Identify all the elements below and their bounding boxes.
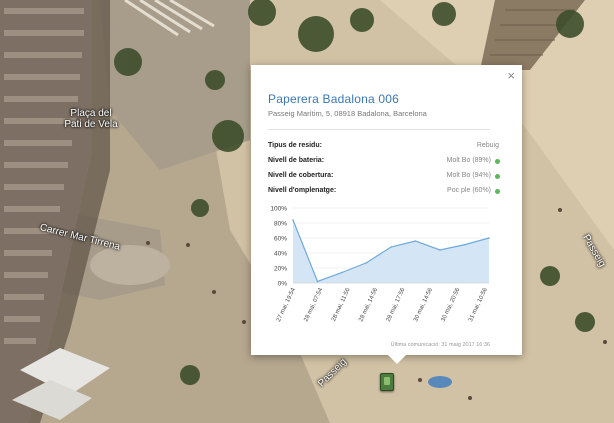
bin-marker-icon[interactable] — [380, 373, 394, 391]
info-popup: × Paperera Badalona 006 Passeig Marítim,… — [251, 65, 522, 364]
y-tick-label: 40% — [274, 251, 287, 258]
info-label: Tipus de residu: — [268, 142, 322, 149]
info-label: Nivell d'omplenatge: — [268, 187, 337, 194]
info-label: Nivell de cobertura: — [268, 172, 334, 179]
y-tick-label: 60% — [274, 236, 287, 243]
y-tick-label: 0% — [278, 281, 288, 288]
x-tick-label: 28 mai, 17:56 — [386, 287, 407, 323]
info-row-coverage: Nivell de cobertura: Molt Bo (94%) — [268, 172, 500, 182]
x-tick-label: 30 mai, 14:56 — [413, 287, 434, 323]
y-tick-label: 80% — [274, 221, 287, 228]
data-point — [463, 243, 466, 246]
info-value: Poc ple (60%) — [447, 187, 491, 194]
data-point — [292, 219, 294, 221]
info-label: Nivell de bateria: — [268, 157, 325, 164]
data-point — [316, 280, 319, 283]
last-communication: Última comunicació: 31 maig 2017 16:36 — [390, 342, 490, 348]
map-label-square: Plaça del Pati de Vela — [64, 108, 118, 130]
x-tick-label: 28 mai, 11:56 — [331, 287, 352, 323]
popup-title: Paperera Badalona 006 — [268, 92, 399, 106]
popup-address: Passeig Marítim, 5, 08918 Badalona, Barc… — [268, 109, 427, 118]
y-tick-label: 100% — [270, 206, 287, 213]
info-value: Molt Bo (94%) — [446, 172, 491, 179]
x-tick-label: 28 mai, 14:56 — [358, 287, 379, 323]
status-dot-icon — [495, 159, 500, 164]
status-dot-icon — [495, 189, 500, 194]
status-dot-icon — [495, 174, 500, 179]
data-point — [414, 240, 417, 242]
info-value: Rebuig — [476, 142, 499, 149]
info-row-fill-level: Nivell d'omplenatge: Poc ple (60%) — [268, 187, 500, 197]
info-row-battery: Nivell de bateria: Molt Bo (89%) — [268, 157, 500, 167]
x-tick-label: 30 mai, 20:56 — [441, 287, 462, 323]
x-tick-label: 31 mai, 10:56 — [468, 287, 489, 323]
x-tick-label: 28 mai, 07:54 — [303, 287, 324, 323]
close-icon[interactable]: × — [507, 68, 515, 83]
info-row-waste-type: Tipus de residu: Rebuig — [268, 142, 499, 152]
data-point — [365, 261, 368, 264]
fill-level-chart: 0% 20% 40% 60% 80% 100% 27 mai, 19:54 28 mai, 0… — [270, 206, 490, 323]
divider — [268, 129, 490, 130]
y-tick-label: 20% — [274, 266, 287, 273]
data-point — [488, 237, 490, 239]
info-value: Molt Bo (89%) — [446, 157, 491, 164]
data-point — [439, 249, 441, 251]
data-point — [341, 271, 343, 274]
x-tick-label: 27 mai, 19:54 — [276, 287, 297, 323]
data-point — [390, 246, 392, 248]
area-fill — [293, 220, 489, 283]
